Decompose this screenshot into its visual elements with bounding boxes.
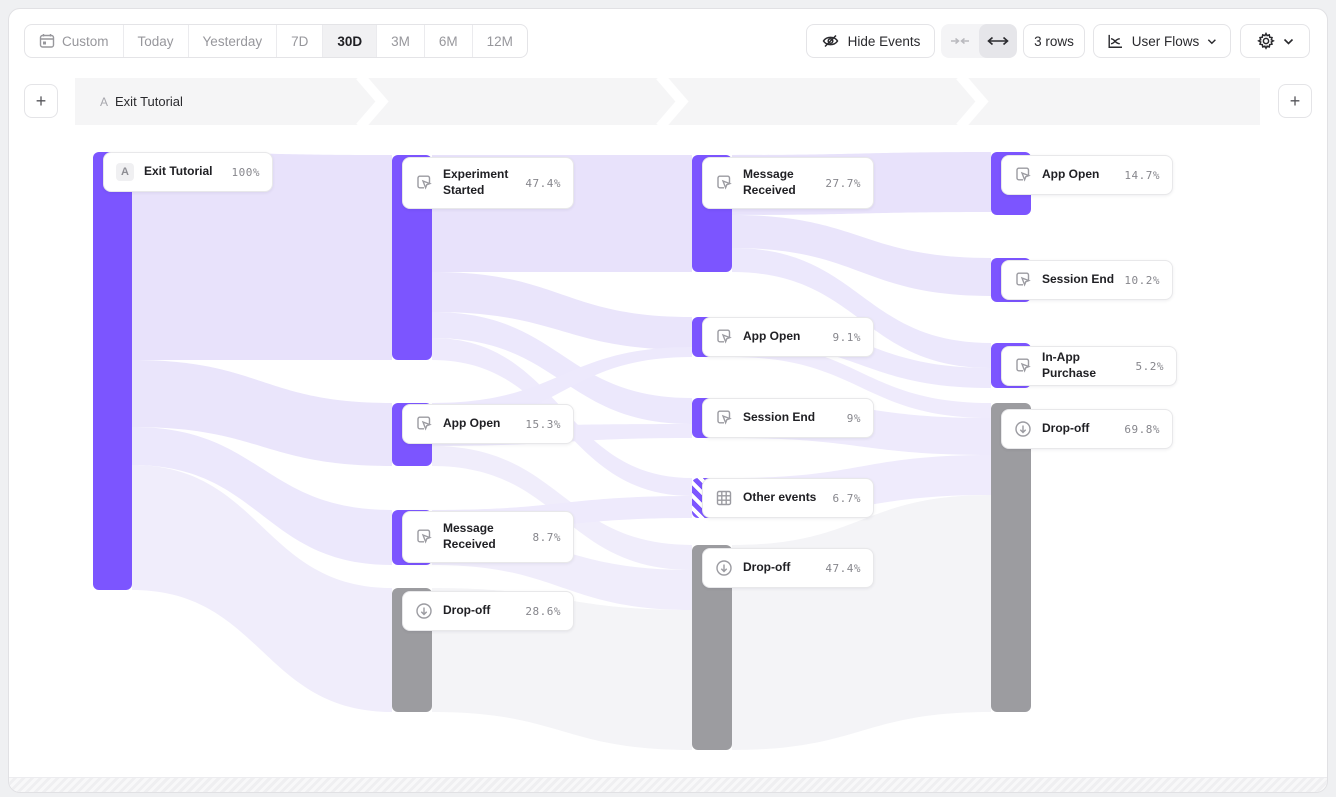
flow-node-card-message-received-3[interactable]: Message Received 27.7% — [702, 157, 874, 209]
flow-node-bar-dropoff-4[interactable] — [991, 403, 1031, 712]
flow-node-card-session-end-4[interactable]: Session End 10.2% — [1001, 260, 1173, 300]
flow-ribbons — [0, 0, 1336, 797]
event-icon — [1014, 271, 1032, 289]
flow-node-card-exit-tutorial[interactable]: A Exit Tutorial 100% — [103, 152, 273, 192]
flow-node-card-dropoff-3[interactable]: Drop-off 47.4% — [702, 548, 874, 588]
flow-node-card-dropoff-2[interactable]: Drop-off 28.6% — [402, 591, 574, 631]
event-icon — [1014, 357, 1032, 375]
event-icon — [1014, 166, 1032, 184]
flow-node-card-app-open-3[interactable]: App Open 9.1% — [702, 317, 874, 357]
flow-node-card-app-open-4[interactable]: App Open 14.7% — [1001, 155, 1173, 195]
flow-node-card-dropoff-4[interactable]: Drop-off 69.8% — [1001, 409, 1173, 449]
step-letter-chip: A — [116, 163, 134, 181]
dropoff-icon — [715, 559, 733, 577]
event-icon — [715, 328, 733, 346]
flow-node-card-message-received-2[interactable]: Message Received 8.7% — [402, 511, 574, 563]
flow-node-bar-exit-tutorial[interactable] — [93, 152, 132, 590]
flow-node-card-other-events-3[interactable]: Other events 6.7% — [702, 478, 874, 518]
flow-node-card-app-open-2[interactable]: App Open 15.3% — [402, 404, 574, 444]
event-icon — [415, 415, 433, 433]
event-icon — [415, 174, 433, 192]
other-events-grid-icon — [715, 489, 733, 507]
dropoff-icon — [415, 602, 433, 620]
dropoff-icon — [1014, 420, 1032, 438]
event-icon — [715, 409, 733, 427]
flow-node-card-experiment-started[interactable]: Experiment Started 47.4% — [402, 157, 574, 209]
flow-node-card-in-app-purchase-4[interactable]: In-App Purchase 5.2% — [1001, 346, 1177, 386]
event-icon — [715, 174, 733, 192]
flow-node-card-session-end-3[interactable]: Session End 9% — [702, 398, 874, 438]
user-flows-screen: Custom Today Yesterday 7D 30D 3M 6M 12M … — [0, 0, 1336, 797]
event-icon — [415, 528, 433, 546]
